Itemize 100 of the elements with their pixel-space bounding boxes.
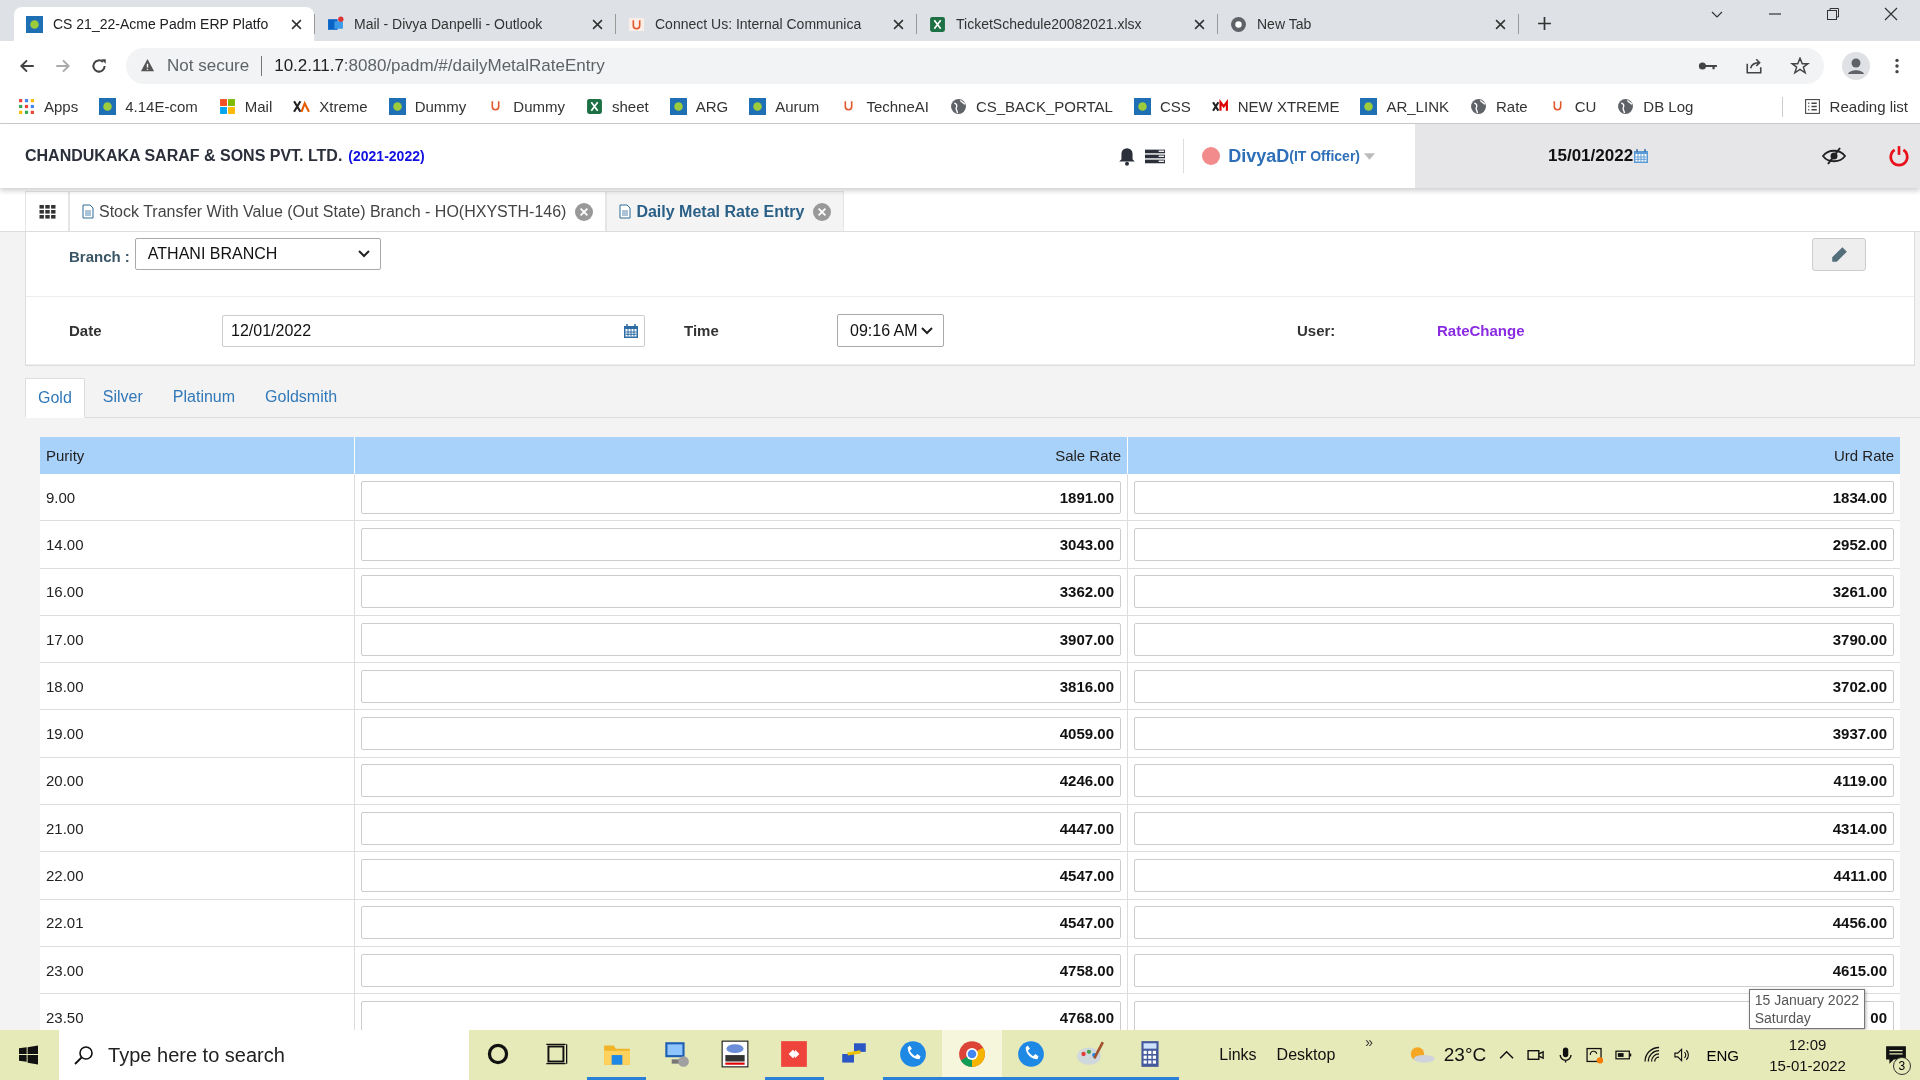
metal-tab[interactable]: Gold (25, 378, 85, 418)
urd-rate-field[interactable]: 4119.00 (1134, 764, 1894, 798)
bookmark-link[interactable]: 4.14E-com (99, 98, 198, 115)
address-bar[interactable]: Not secure 10.2.11.7:8080/padm/#/dailyMetalRateEntry (126, 47, 1824, 84)
browser-tab[interactable]: New Tab (1218, 7, 1518, 41)
bookmark-link[interactable]: CSS (1133, 98, 1191, 115)
user-name[interactable]: DivyaD (1228, 145, 1290, 167)
close-icon[interactable] (291, 18, 302, 30)
browser-tab[interactable]: Connect Us: Internal Communica (616, 7, 916, 41)
sale-rate-field[interactable]: 3816.00 (361, 669, 1121, 703)
sale-rate-field[interactable]: 1891.00 (361, 480, 1121, 514)
bookmark-link[interactable]: Apps (18, 98, 79, 115)
browser-tab[interactable]: CS 21_22-Acme Padm ERP Platfo (14, 7, 314, 41)
sale-rate-field[interactable]: 4547.00 (361, 906, 1121, 940)
sale-rate-field[interactable]: 4447.00 (361, 811, 1121, 845)
table-cell: 16.00 (40, 568, 355, 615)
puzzle-icon (749, 98, 767, 115)
browser-tab[interactable]: TicketSchedule20082021.xlsx (917, 7, 1217, 41)
company-name: CHANDUKAKA SARAF & SONS PVT. LTD. (25, 147, 343, 165)
page-tab[interactable]: Daily Metal Rate Entry (606, 191, 845, 231)
sale-rate-field[interactable]: 4758.00 (361, 953, 1121, 987)
urd-rate-field[interactable]: 1834.00 (1134, 480, 1894, 514)
sale-rate-field[interactable]: 3907.00 (361, 622, 1121, 656)
bookmark-link[interactable]: CS_BACK_PORTAL (949, 98, 1113, 115)
sale-rate-field[interactable]: 3043.00 (361, 527, 1121, 561)
sale-rate-field[interactable]: 3362.00 (361, 575, 1121, 609)
speaker-icon[interactable] (1673, 1046, 1691, 1064)
bookmark-link[interactable]: Dummy (487, 98, 565, 115)
urd-rate-field[interactable]: 4411.00 (1134, 859, 1894, 892)
bookmark-link[interactable]: Rate (1469, 98, 1528, 115)
bookmark-link[interactable]: DB Log (1617, 98, 1694, 115)
urd-rate-field[interactable]: 3261.00 (1134, 575, 1894, 609)
profile-avatar-icon[interactable] (1842, 51, 1870, 80)
sale-rate-field[interactable]: 4768.00 (361, 1000, 1121, 1030)
star-icon[interactable] (1790, 56, 1810, 75)
bookmark-link[interactable]: CU (1548, 98, 1597, 115)
language-indicator[interactable]: ENG (1706, 1046, 1740, 1064)
edit-button[interactable] (1812, 238, 1866, 271)
metal-tab[interactable]: Silver (90, 377, 155, 417)
urd-rate-field[interactable]: 3790.00 (1134, 622, 1894, 656)
bell-icon[interactable] (1117, 146, 1138, 166)
table-cell: 22.01 (40, 899, 355, 946)
calendar-icon[interactable] (1633, 148, 1650, 164)
urd-rate-field[interactable]: 3937.00 (1134, 717, 1894, 751)
eye-slash-icon[interactable] (1822, 147, 1846, 165)
urd-rate-field[interactable]: 4615.00 (1134, 953, 1894, 987)
close-icon[interactable] (893, 18, 904, 30)
urd-rate-field[interactable]: 3702.00 (1134, 669, 1894, 703)
reload-icon[interactable] (90, 56, 108, 75)
restore-icon[interactable] (1826, 6, 1840, 21)
financial-year: (2021-2022) (348, 148, 425, 164)
logo-icon (628, 15, 645, 33)
grid-menu-icon[interactable] (38, 204, 56, 219)
notification-count: 3 (1892, 1057, 1911, 1075)
reading-list-button[interactable]: Reading list (1803, 98, 1908, 115)
branch-select[interactable]: ATHANI BRANCH (134, 238, 381, 270)
close-icon[interactable] (1194, 18, 1205, 30)
bookmark-link[interactable]: sheet (585, 98, 649, 115)
sync-icon[interactable] (1585, 1046, 1603, 1064)
bookmark-link[interactable]: NEW XTREME (1211, 98, 1340, 115)
bookmark-link[interactable]: AR_LINK (1360, 98, 1449, 115)
close-icon[interactable] (1495, 18, 1506, 30)
power-icon[interactable] (1888, 145, 1910, 167)
search-icon (74, 1045, 95, 1065)
share-icon[interactable] (1744, 56, 1764, 75)
urd-rate-field[interactable]: 2952.00 (1134, 527, 1894, 561)
sale-rate-field[interactable]: 4547.00 (361, 859, 1121, 892)
close-icon[interactable] (1884, 6, 1898, 21)
close-icon[interactable] (592, 18, 603, 30)
search-field[interactable]: Type here to search (59, 1030, 469, 1080)
browser-tab[interactable]: Mail - Divya Danpelli - Outlook (315, 7, 615, 41)
sale-rate-field[interactable]: 4059.00 (361, 717, 1121, 751)
date-field[interactable]: 12/01/2022 (222, 314, 645, 347)
urd-rate-field[interactable]: 4314.00 (1134, 811, 1894, 845)
start-icon[interactable] (19, 1045, 39, 1065)
logo-icon (293, 98, 311, 115)
more-chevron[interactable]: » (1365, 1034, 1374, 1050)
bookmark-link[interactable]: Dummy (388, 98, 467, 115)
toolbar-label[interactable]: Links (1219, 1046, 1257, 1064)
current-date: 15/01/2022 (1548, 146, 1634, 166)
bookmark-link[interactable]: TechneAI (840, 98, 929, 115)
toolbar-label[interactable]: Desktop (1276, 1046, 1336, 1064)
bookmark-link[interactable]: ARG (669, 98, 729, 115)
table-cell: 17.00 (40, 615, 355, 663)
time-select[interactable]: 09:16 AM (837, 314, 944, 347)
puzzle-icon (669, 98, 687, 115)
wifi-icon[interactable] (1644, 1046, 1662, 1064)
temperature[interactable]: 23°C (1443, 1044, 1487, 1066)
metal-tab[interactable]: Goldsmith (253, 377, 350, 417)
windows-icon (218, 98, 236, 115)
bookmark-link[interactable]: Mail (218, 98, 273, 115)
new-tab-icon[interactable] (1537, 16, 1552, 31)
sale-rate-field[interactable]: 4246.00 (361, 764, 1121, 798)
bookmark-link[interactable]: Aurum (749, 98, 820, 115)
clock[interactable]: 12:09 15-01-2022 (1755, 1034, 1861, 1076)
urd-rate-field[interactable]: 4456.00 (1134, 906, 1894, 940)
metal-tab[interactable]: Platinum (160, 377, 248, 417)
page-tab[interactable]: Stock Transfer With Value (Out State) Branch - HO(HXYSTH-146) (69, 191, 607, 231)
puzzle-icon (99, 98, 117, 115)
bookmark-link[interactable]: Xtreme (293, 98, 368, 115)
